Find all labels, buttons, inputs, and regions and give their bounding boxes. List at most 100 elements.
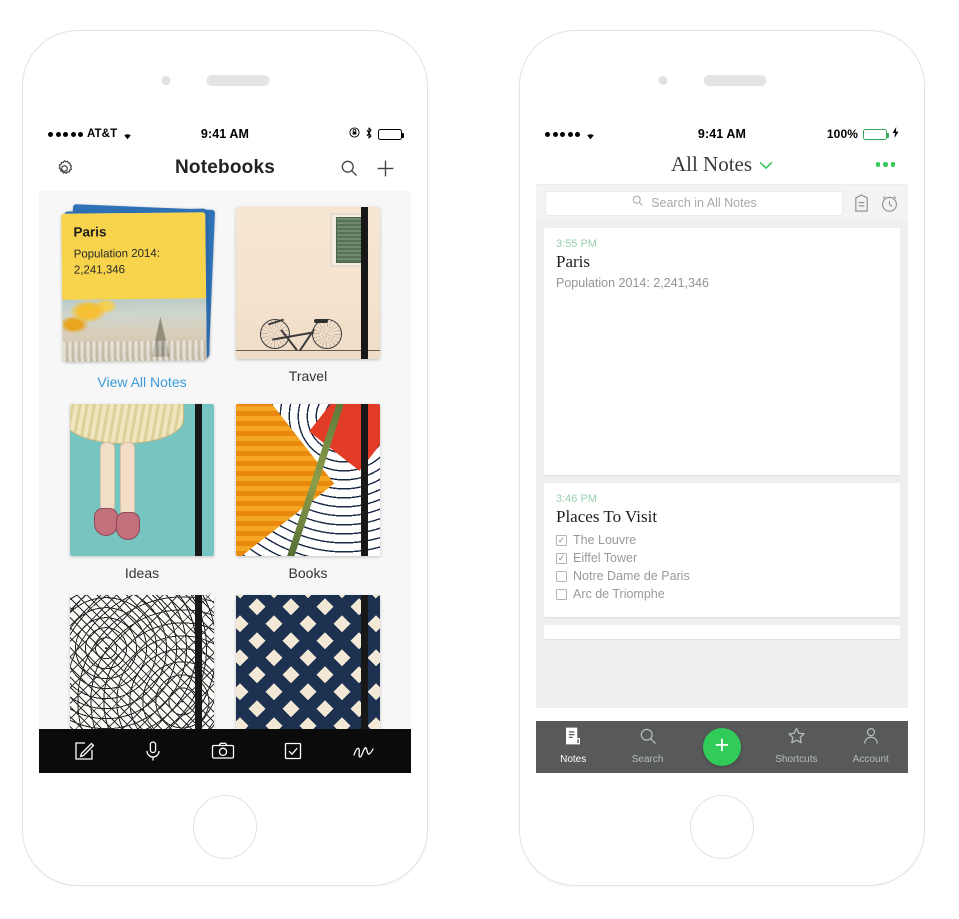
plus-icon: + [714, 731, 730, 759]
note-preview-title: Paris [73, 224, 107, 240]
note-card-paris[interactable]: 3:55 PM Paris Population 2014: 2,241,346 [544, 228, 900, 475]
note-checklist: ✓ The Louvre ✓ Eiffel Tower Notre Dame d… [556, 533, 888, 601]
tab-label-search: Search [631, 754, 664, 765]
search-row: Search in All Notes [536, 185, 908, 221]
checkbox-checked-icon[interactable]: ✓ [556, 534, 567, 546]
signal-strength-icon [545, 131, 580, 137]
left-nav-bar: Notebooks [39, 145, 411, 191]
checkbox-unchecked-icon[interactable] [556, 570, 567, 582]
camera-icon[interactable] [210, 739, 236, 763]
checklist-item[interactable]: ✓ The Louvre [556, 533, 888, 547]
checkbox-checked-icon[interactable]: ✓ [556, 552, 567, 564]
plus-fab-icon[interactable]: + [702, 728, 741, 766]
bottom-tab-bar: Notes Search + Shortcuts Account [536, 721, 908, 773]
right-nav-bar: All Notes [536, 145, 908, 185]
left-phone-frame: AT&T 9:41 AM Notebooks Paris Population … [22, 30, 428, 886]
microphone-icon[interactable] [141, 739, 165, 763]
home-button[interactable] [690, 795, 754, 859]
new-note-fab[interactable]: + [692, 726, 752, 766]
right-phone-frame: 9:41 AM 100% All Notes Search in All Not… [519, 30, 925, 886]
tab-search[interactable]: Search [618, 726, 678, 765]
note-timestamp: 3:46 PM [556, 493, 597, 505]
more-options-icon[interactable] [875, 162, 895, 167]
notebook-cover-travel[interactable] [236, 207, 380, 359]
left-phone-screen: AT&T 9:41 AM Notebooks Paris Population … [39, 123, 411, 773]
notebook-item-ideas[interactable]: Ideas [59, 404, 225, 595]
notebooks-grid-container: Paris Population 2014: 2,241,346 View Al… [39, 191, 411, 773]
paris-photo [62, 296, 207, 362]
lightning-bolt-icon [892, 127, 899, 141]
left-status-bar: AT&T 9:41 AM [39, 123, 411, 145]
earpiece-speaker [703, 75, 767, 86]
alarm-clock-icon[interactable] [880, 194, 899, 213]
notebook-item-doodle[interactable] [59, 595, 225, 747]
front-camera-icon [161, 76, 171, 85]
notebook-cover-chevron[interactable] [236, 595, 380, 747]
notebook-label-view-all-notes[interactable]: View All Notes [97, 374, 186, 390]
checklist-item[interactable]: Notre Dame de Paris [556, 569, 888, 583]
checklist-item[interactable]: Arc de Triomphe [556, 587, 888, 601]
note-attached-image [556, 300, 888, 463]
note-card-partial[interactable] [544, 625, 900, 639]
front-camera-icon [658, 76, 668, 85]
signal-strength-icon [48, 131, 83, 137]
left-bottom-toolbar [39, 729, 411, 773]
search-icon [631, 194, 644, 212]
star-icon [786, 726, 807, 751]
rotation-lock-icon [349, 127, 360, 141]
notebook-item-chevron[interactable] [225, 595, 391, 747]
bicycle-illustration [260, 309, 342, 352]
search-input[interactable]: Search in All Notes [545, 190, 843, 216]
tab-label-shortcuts: Shortcuts [775, 754, 818, 765]
yellow-note-preview: Paris Population 2014: 2,241,346 [61, 212, 207, 300]
search-placeholder: Search in All Notes [651, 196, 757, 210]
notebook-label-travel: Travel [288, 368, 328, 384]
notebook-selector[interactable]: All Notes [671, 152, 773, 177]
notebook-cover-ideas[interactable] [70, 404, 214, 556]
checklist-item-label: The Louvre [573, 533, 637, 547]
notebook-label-ideas: Ideas [124, 565, 160, 581]
search-icon[interactable] [339, 158, 359, 178]
notebook-cover-doodle[interactable] [70, 595, 214, 747]
bluetooth-icon [365, 126, 373, 142]
compose-icon[interactable] [72, 739, 96, 763]
battery-percent-label: 100% [826, 127, 858, 141]
page-title: All Notes [670, 152, 753, 176]
notes-list[interactable]: 3:55 PM Paris Population 2014: 2,241,346… [536, 221, 908, 708]
tab-label-account: Account [852, 754, 889, 765]
checkbox-unchecked-icon[interactable] [556, 588, 567, 600]
screenshot-canvas: AT&T 9:41 AM Notebooks Paris Population … [0, 0, 959, 919]
note-card-places-to-visit[interactable]: 3:46 PM Places To Visit ✓ The Louvre ✓ E… [544, 483, 900, 617]
tab-account[interactable]: Account [841, 726, 901, 765]
note-snippet: Population 2014: 2,241,346 [556, 276, 709, 290]
home-button[interactable] [193, 795, 257, 859]
tab-notes[interactable]: Notes [543, 726, 603, 765]
note-timestamp: 3:55 PM [556, 238, 597, 250]
plus-icon[interactable] [375, 158, 396, 179]
checkbox-icon[interactable] [281, 739, 305, 763]
tag-icon[interactable] [853, 193, 870, 213]
right-phone-screen: 9:41 AM 100% All Notes Search in All Not… [536, 123, 908, 773]
notebook-cover-books[interactable] [236, 404, 380, 556]
earpiece-speaker [206, 75, 270, 86]
tab-shortcuts[interactable]: Shortcuts [766, 726, 826, 765]
wifi-icon [121, 129, 134, 140]
notes-icon [563, 726, 583, 751]
person-icon [861, 726, 881, 751]
notebooks-grid: Paris Population 2014: 2,241,346 View Al… [39, 191, 411, 747]
battery-icon [378, 128, 405, 140]
carrier-label: AT&T [87, 128, 118, 140]
notebook-item-books[interactable]: Books [225, 404, 391, 595]
handwriting-icon[interactable] [350, 739, 378, 763]
notebook-item-travel[interactable]: Travel [225, 207, 391, 404]
checklist-item-label: Notre Dame de Paris [573, 569, 690, 583]
wifi-icon [584, 129, 597, 140]
notebook-label-books: Books [288, 565, 328, 581]
notebook-item-view-all-notes[interactable]: Paris Population 2014: 2,241,346 View Al… [59, 204, 225, 404]
chevron-down-icon[interactable] [759, 158, 773, 172]
battery-icon [863, 128, 890, 140]
checklist-item[interactable]: ✓ Eiffel Tower [556, 551, 888, 565]
paris-note-stack[interactable]: Paris Population 2014: 2,241,346 [61, 204, 222, 365]
note-title: Places To Visit [556, 507, 658, 526]
search-icon [638, 726, 658, 751]
